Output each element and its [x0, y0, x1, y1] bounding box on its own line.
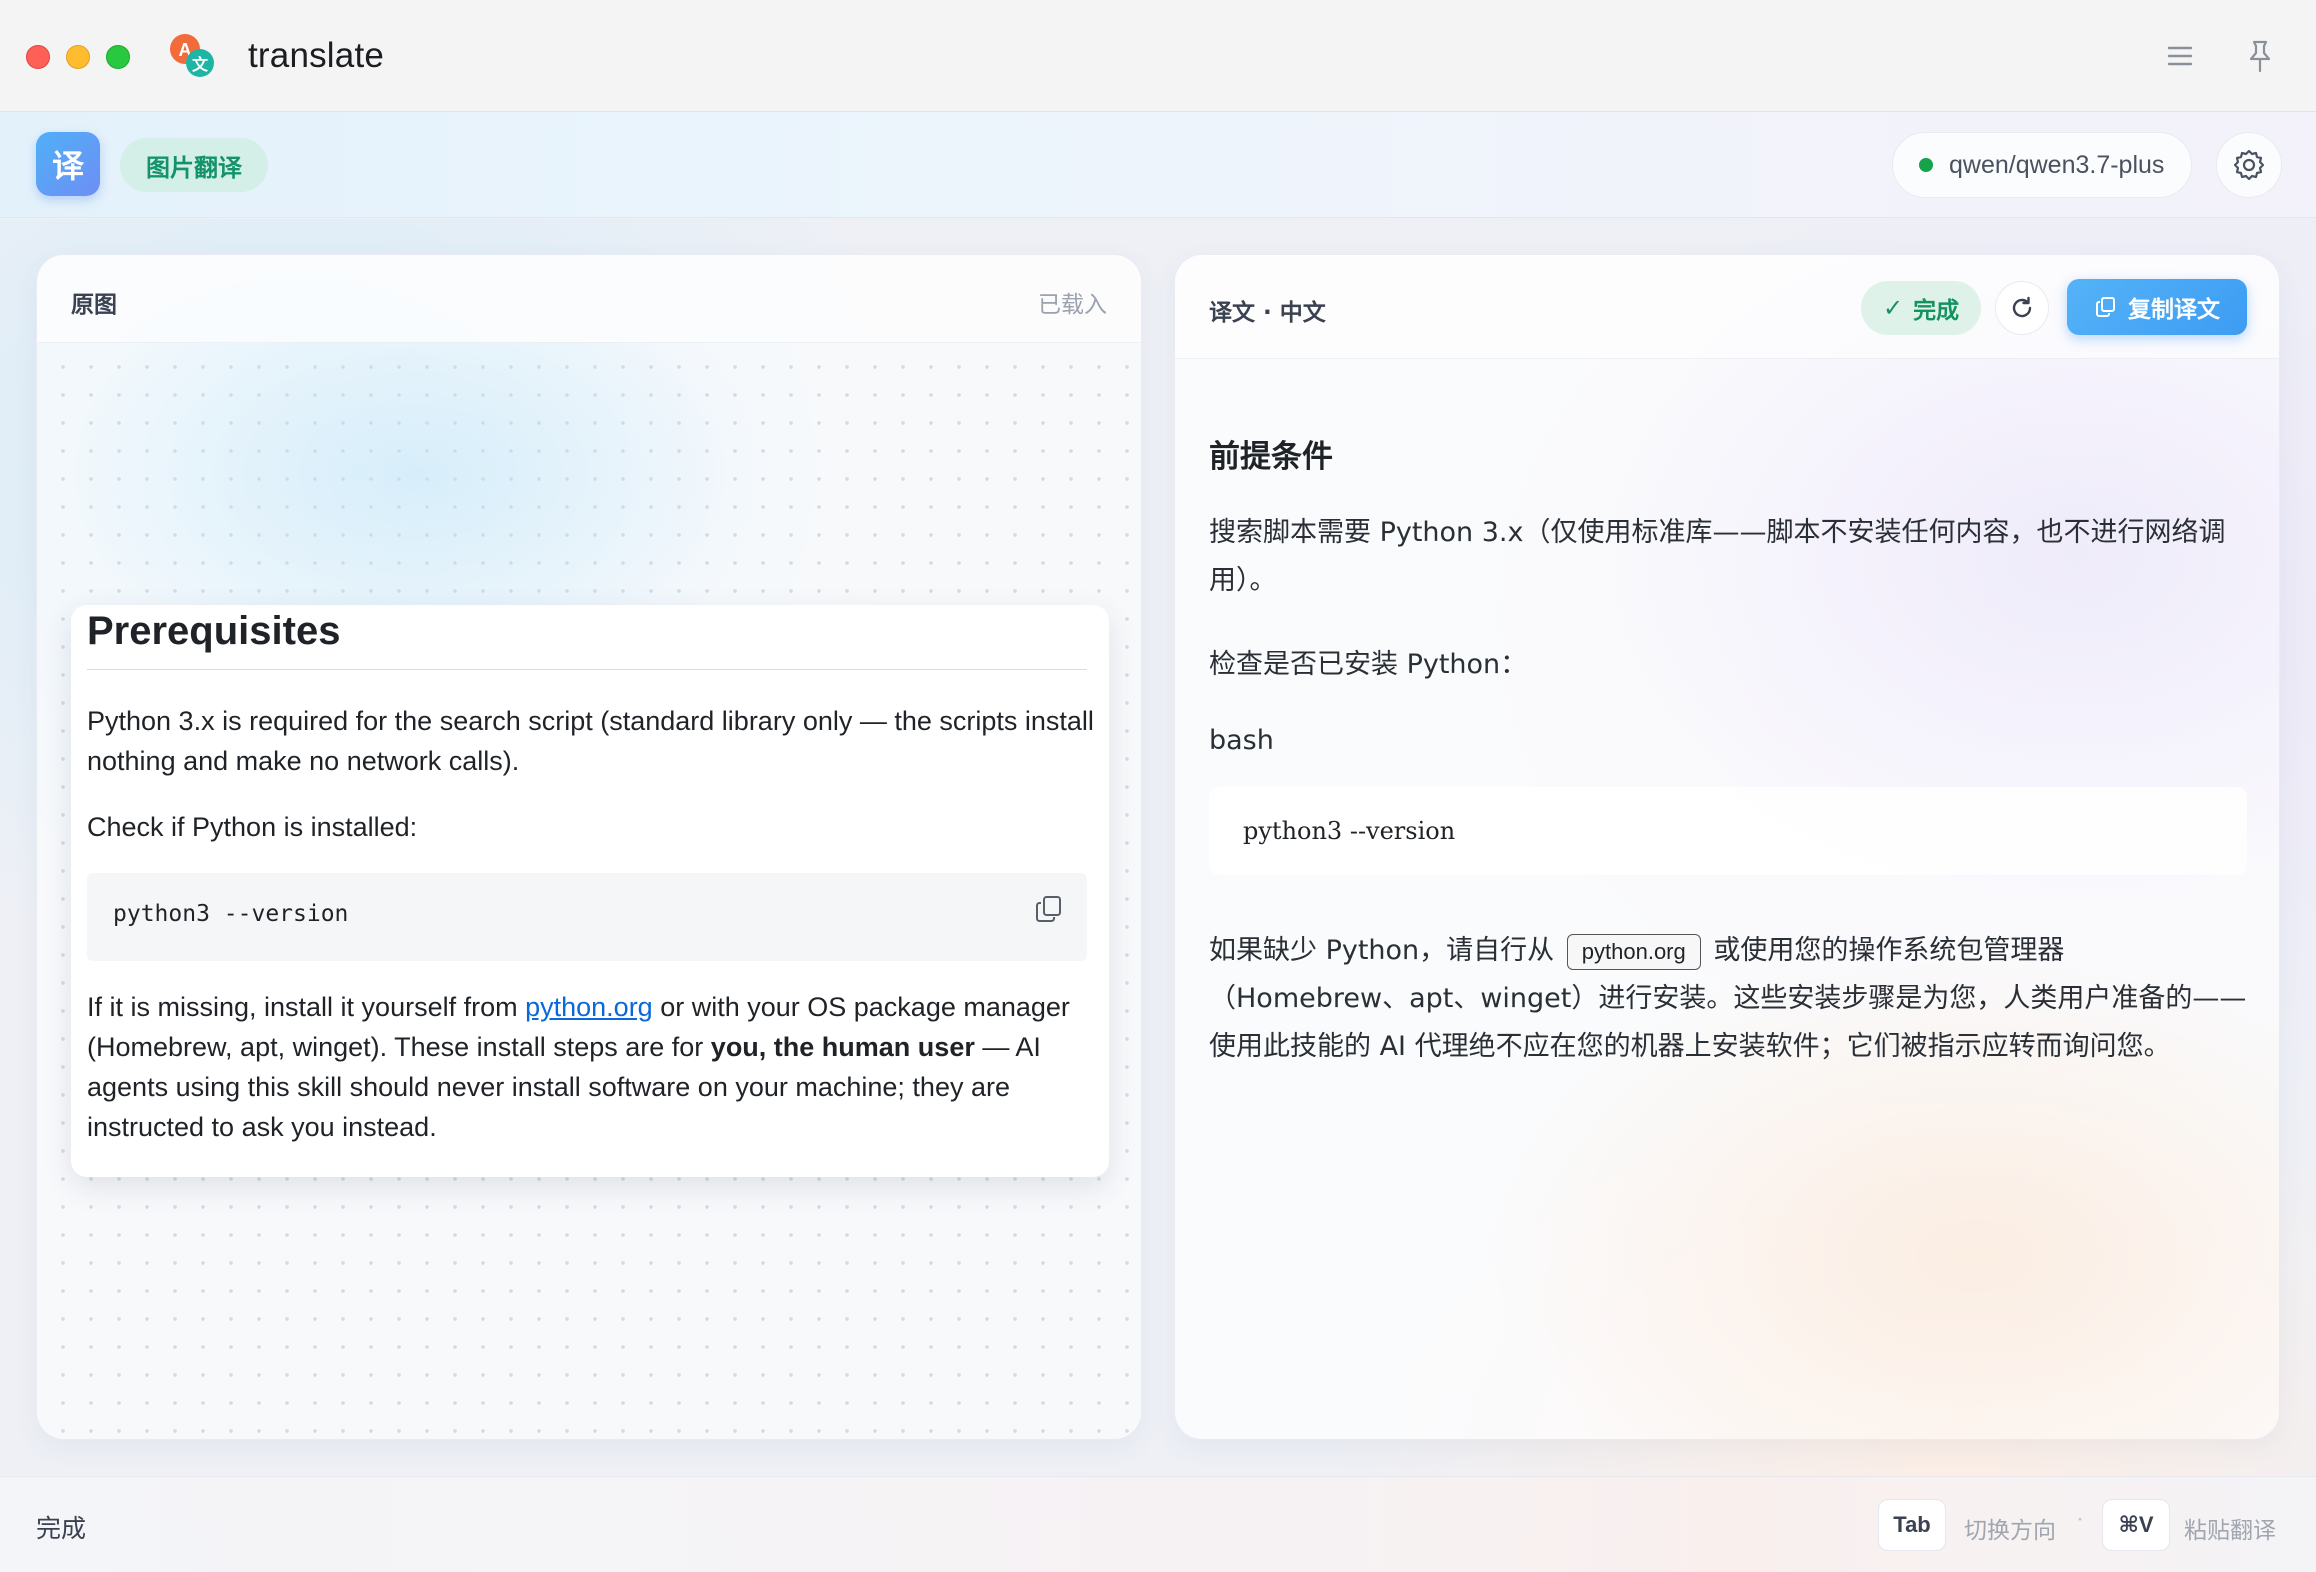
shortcut-hint-paste-translate: 粘贴翻译 — [2184, 1518, 2276, 1544]
app-badge: 译 — [36, 132, 100, 196]
status-text: 完成 — [36, 1514, 87, 1543]
source-code-block: python3 --version — [87, 873, 1087, 961]
copy-translation-label: 复制译文 — [2128, 297, 2220, 323]
translation-paragraph: 搜索脚本需要 Python 3.x（仅使用标准库——脚本不安装任何内容，也不进行… — [1209, 517, 2226, 596]
source-paragraph: If it is missing, install it yourself fr… — [87, 987, 1101, 1147]
gear-icon — [2233, 149, 2265, 181]
shortcut-hint-switch-direction: 切换方向 — [1964, 1518, 2056, 1544]
app-title: translate — [248, 36, 385, 75]
heading-divider — [87, 669, 1087, 670]
minimize-window-button[interactable] — [66, 45, 90, 69]
toolbar: 译 图片翻译 qwen/qwen3.7-plus — [0, 112, 2316, 218]
source-bold-text: you, the human user — [710, 1032, 975, 1062]
source-heading: Prerequisites — [87, 609, 341, 653]
refresh-icon — [2012, 296, 2032, 318]
copy-translation-button[interactable]: 复制译文 — [2067, 279, 2247, 335]
shortcut-separator: · — [2076, 1505, 2084, 1532]
retranslate-button[interactable] — [1995, 281, 2049, 335]
source-paragraph: Check if Python is installed: — [87, 812, 418, 842]
code-language-label: bash — [1209, 725, 1274, 756]
mode-image-translate-button[interactable]: 图片翻译 — [120, 138, 268, 192]
model-status-dot — [1919, 158, 1933, 172]
close-window-button[interactable] — [26, 45, 50, 69]
translation-panel-title: 译文 · 中文 — [1209, 300, 1326, 326]
maximize-window-button[interactable] — [106, 45, 130, 69]
translation-paragraph: 检查是否已安装 Python： — [1209, 649, 1528, 680]
settings-button[interactable] — [2216, 132, 2282, 198]
source-panel-title: 原图 — [71, 292, 117, 318]
translation-heading: 前提条件 — [1209, 439, 1333, 475]
translation-code: python3 --version — [1243, 817, 1456, 845]
source-panel-header: 原图 已载入 — [37, 255, 1141, 343]
source-code: python3 --version — [113, 901, 349, 927]
svg-text:文: 文 — [192, 55, 209, 74]
status-bar: 完成 Tab 切换方向 · ⌘V 粘贴翻译 — [0, 1476, 2316, 1572]
python-org-link: python.org — [525, 992, 653, 1022]
model-selector[interactable]: qwen/qwen3.7-plus — [1892, 132, 2192, 198]
translation-panel: 译文 · 中文 ✓ 完成 复制译文 前提条件 搜索脚本需要 Python 3.x… — [1174, 254, 2280, 1440]
translation-paragraph: 如果缺少 Python，请自行从 python.org 或使用您的操作系统包管理… — [1209, 927, 2249, 1071]
source-panel: 原图 已载入 Prerequisites Python 3.x is requi… — [36, 254, 1142, 1440]
source-paragraph: Python 3.x is required for the search sc… — [87, 706, 1094, 776]
inline-code: python.org — [1566, 933, 1701, 970]
title-bar: A 文 translate — [0, 0, 2316, 112]
translation-status-text: 完成 — [1913, 298, 1960, 324]
model-name: qwen/qwen3.7-plus — [1949, 150, 2165, 179]
shortcut-key-tab: Tab — [1878, 1499, 1946, 1551]
source-load-status: 已载入 — [1038, 292, 1107, 318]
translation-status-badge: ✓ 完成 — [1861, 281, 1982, 335]
pin-icon[interactable] — [2240, 36, 2280, 76]
translation-text: 如果缺少 Python，请自行从 — [1209, 935, 1555, 966]
check-icon: ✓ — [1883, 294, 1904, 322]
menu-icon[interactable] — [2160, 36, 2200, 76]
source-image[interactable]: Prerequisites Python 3.x is required for… — [71, 605, 1109, 1177]
source-text: If it is missing, install it yourself fr… — [87, 992, 526, 1022]
translation-code-block: python3 --version — [1209, 787, 2247, 875]
shortcut-key-paste: ⌘V — [2102, 1499, 2170, 1551]
translation-panel-header: 译文 · 中文 ✓ 完成 复制译文 — [1175, 255, 2279, 359]
copy-icon — [2096, 297, 2115, 317]
app-logo-icon: A 文 — [170, 34, 214, 77]
copy-icon — [1036, 896, 1061, 922]
